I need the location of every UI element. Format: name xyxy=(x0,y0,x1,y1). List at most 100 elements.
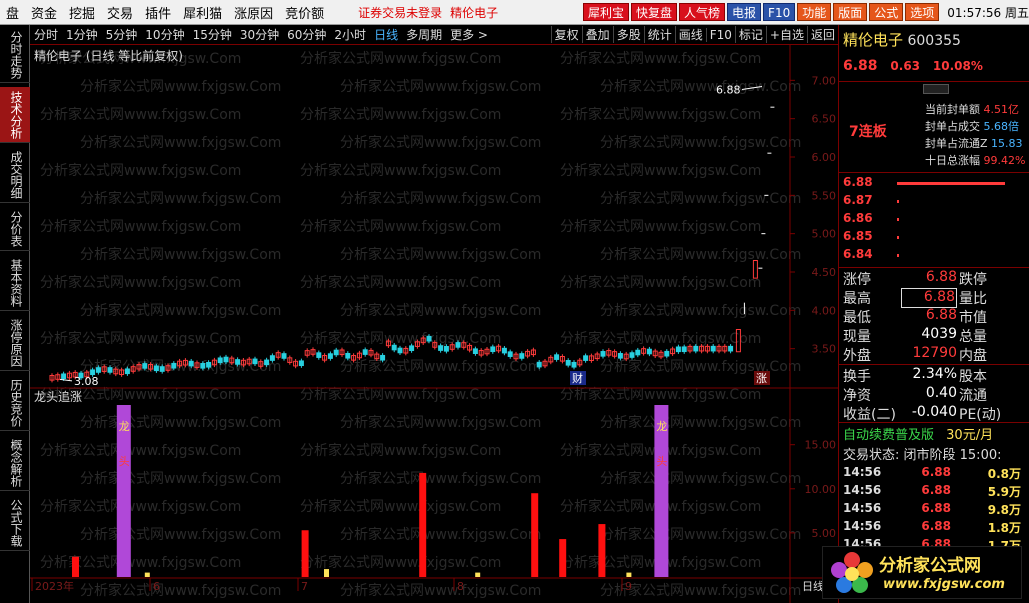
candle-body xyxy=(571,361,577,368)
lianban-badge: 7连板 xyxy=(849,124,887,140)
toolbar-button-f10[interactable]: F10 xyxy=(763,3,796,21)
menu-item-jiaoyi[interactable]: 交易 xyxy=(101,3,139,22)
tick-row: 14:56 6.88 5.9万 xyxy=(843,483,1021,499)
clock: 01:57:56 周五 xyxy=(947,5,1029,20)
tick-row: 14:56 6.88 0.8万 xyxy=(843,465,1021,481)
watermark-text: 分析家公式网www.fxjgsw.Com xyxy=(340,190,541,207)
toolbar-button-xuanxiang[interactable]: 选项 xyxy=(905,3,940,21)
period-tab-15min[interactable]: 15分钟 xyxy=(189,26,236,43)
watermark-text: 分析家公式网www.fxjgsw.Com xyxy=(340,134,541,151)
left-tab-gongshixiazai[interactable]: 公式下载 xyxy=(0,495,30,551)
period-tab-daily[interactable]: 日线 xyxy=(370,26,402,43)
toolbar-button-banmian[interactable]: 版面 xyxy=(833,3,868,21)
left-tab-lishijingjia[interactable]: 历史竞价 xyxy=(0,375,30,431)
period-tab-10min[interactable]: 10分钟 xyxy=(141,26,188,43)
watermark-text: 分析家公式网www.fxjgsw.Com xyxy=(560,218,761,235)
chart-button-f10[interactable]: F10 xyxy=(705,27,735,42)
menu-item-jingjiae[interactable]: 竞价额 xyxy=(279,3,330,22)
chart-button-tongji[interactable]: 统计 xyxy=(643,26,675,43)
chart-button-fuquan[interactable]: 复权 xyxy=(550,26,582,43)
left-tab-jibenziliao[interactable]: 基本资料 xyxy=(0,255,30,311)
candle-body xyxy=(159,366,165,372)
left-tab-zhangtingyuanyin[interactable]: 涨停原因 xyxy=(0,315,30,371)
watermark-text: 分析家公式网www.fxjgsw.Com xyxy=(40,330,241,347)
period-tab-more[interactable]: 更多 > xyxy=(446,26,492,43)
chart-button-fanhui[interactable]: 返回 xyxy=(806,26,838,43)
candle-body xyxy=(646,348,652,355)
toolbar-button-renqibang[interactable]: 人气榜 xyxy=(679,3,726,21)
period-tab-60min[interactable]: 60分钟 xyxy=(283,26,330,43)
quote-price: 6.88 xyxy=(843,58,878,74)
x-axis-label: 9 xyxy=(625,580,632,593)
seal-row-1: 当前封单额 4.51亿 xyxy=(925,103,1019,116)
watermark-text: 分析家公式网www.fxjgsw.Com xyxy=(80,582,281,599)
candle-body xyxy=(107,367,113,373)
chart-button-biaoji[interactable]: 标记 xyxy=(734,26,766,43)
left-tab-chengjiao[interactable]: 成交明细 xyxy=(0,147,30,203)
candle-body xyxy=(327,353,333,359)
quote-price-row: 6.88 0.63 10.08% xyxy=(843,58,991,74)
watermark-text: 分析家公式网www.fxjgsw.Com xyxy=(340,414,541,431)
menu-item-chajian[interactable]: 插件 xyxy=(139,3,177,22)
price-axis-label: 6.50 xyxy=(812,113,837,126)
kline-svg[interactable]: 分析家公式网www.fxjgsw.Com 分析家公式网www.fxjgsw.Com… xyxy=(30,45,838,603)
logo-text: 分析家公式网 xyxy=(879,556,981,576)
chart-button-duogu[interactable]: 多股 xyxy=(612,26,644,43)
toolbar-button-dianbao[interactable]: 电报 xyxy=(727,3,762,21)
period-tab-2hour[interactable]: 2小时 xyxy=(330,26,370,43)
menu-item-pan[interactable]: 盘 xyxy=(0,3,25,22)
left-tab-fenjiabiao[interactable]: 分价表 xyxy=(0,207,30,251)
candle-body xyxy=(501,347,507,354)
toolbar-button-xilibao[interactable]: 犀利宝 xyxy=(582,3,629,21)
indicator-title[interactable]: 龙头追涨 xyxy=(34,388,82,405)
collapse-toggle[interactable] xyxy=(923,84,949,94)
period-tab-fenshi[interactable]: 分时 xyxy=(30,26,62,43)
price-axis-label: 4.50 xyxy=(812,266,837,279)
menu-item-wajue[interactable]: 挖掘 xyxy=(63,3,101,22)
candle-body xyxy=(426,335,432,342)
period-tab-multi[interactable]: 多周期 xyxy=(402,26,446,43)
indicator-axis-label: 10.00 xyxy=(805,483,837,496)
chart-button-diejia[interactable]: 叠加 xyxy=(581,26,613,43)
indicator-bar-red xyxy=(531,493,539,577)
candle-body xyxy=(565,360,571,366)
kline-chart[interactable]: 分析家公式网www.fxjgsw.Com 分析家公式网www.fxjgsw.Com… xyxy=(30,45,838,603)
left-tab-fenshi[interactable]: 分时走势 xyxy=(0,27,30,83)
indicator-bar-yellow xyxy=(324,569,329,577)
x-axis-period-label: 日线 xyxy=(802,579,824,593)
watermark-text: 分析家公式网www.fxjgsw.Com xyxy=(300,106,501,123)
candle-body xyxy=(217,357,223,364)
toolbar-button-gongshi[interactable]: 公式 xyxy=(869,3,904,21)
watermark-text: 分析家公式网www.fxjgsw.Com xyxy=(40,274,241,291)
menu-stock-name: 精伦电子 xyxy=(450,5,499,20)
site-logo: 分析家公式网 www.fxjgsw.com xyxy=(822,546,1022,599)
chart-button-huaxian[interactable]: 画线 xyxy=(674,26,706,43)
menu-item-xilimao[interactable]: 犀利猫 xyxy=(177,3,228,22)
quote-row-zuidi: 最低 6.88 市值 xyxy=(843,307,987,326)
watermark-text: 分析家公式网www.fxjgsw.Com xyxy=(80,246,281,263)
menu-item-zhangyuanyin[interactable]: 涨原因 xyxy=(228,3,279,22)
candle-body xyxy=(95,367,101,373)
indicator-bar-red xyxy=(301,530,309,577)
login-warning[interactable]: 证券交易未登录 xyxy=(354,4,446,21)
period-tab-5min[interactable]: 5分钟 xyxy=(102,26,142,43)
menu-item-zijin[interactable]: 资金 xyxy=(25,3,63,22)
period-toolbar: 分时 1分钟 5分钟 10分钟 15分钟 30分钟 60分钟 2小时 日线 多周… xyxy=(30,25,838,45)
left-tab-jishufenxi[interactable]: 技术分析 xyxy=(0,87,30,143)
promo-banner[interactable]: 自动续费普及版 30元/月 xyxy=(843,424,993,443)
period-tab-30min[interactable]: 30分钟 xyxy=(236,26,283,43)
high-price-label: 6.88 xyxy=(716,84,741,97)
price-axis-label: 7.00 xyxy=(812,74,837,87)
chart-button-zixuan[interactable]: +自选 xyxy=(765,26,807,43)
watermark-text: 分析家公式网www.fxjgsw.Com xyxy=(300,386,501,403)
left-tab-gainianjiexi[interactable]: 概念解析 xyxy=(0,435,30,491)
x-axis-label: 2023年 xyxy=(35,579,74,593)
candle-body xyxy=(188,360,194,367)
watermark-text: 分析家公式网www.fxjgsw.Com xyxy=(40,554,241,571)
toolbar-button-gongneng[interactable]: 功能 xyxy=(797,3,832,21)
ask-price-5: 6.84 xyxy=(843,247,873,261)
candle-body xyxy=(728,345,734,352)
toolbar-button-kuaifupan[interactable]: 快复盘 xyxy=(631,3,678,21)
period-tab-1min[interactable]: 1分钟 xyxy=(62,26,102,43)
candle-body xyxy=(490,346,496,353)
